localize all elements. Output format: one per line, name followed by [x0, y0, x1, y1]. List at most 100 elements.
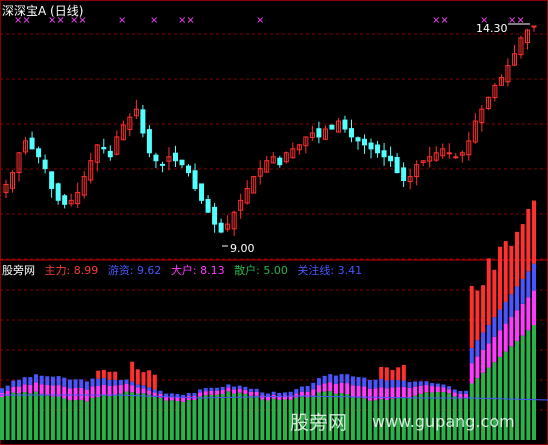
bar-hot-money: [169, 393, 174, 397]
candle-body: [453, 156, 459, 159]
bar-hot-money: [379, 378, 384, 388]
bar-main-force: [141, 372, 146, 386]
bar-retail: [84, 401, 89, 440]
bar-retail: [147, 394, 152, 440]
candle-body: [381, 150, 387, 158]
bar-large-holder: [345, 383, 350, 394]
bar-large-holder: [101, 384, 106, 396]
candle-body: [205, 198, 211, 213]
candle-body: [186, 165, 192, 174]
bar-retail: [226, 391, 231, 440]
bar-large-holder: [135, 387, 140, 394]
bar-retail: [16, 393, 21, 440]
candle-body: [62, 195, 68, 205]
bar-hot-money: [299, 386, 304, 392]
legend-hot-money: 游资: 9.62: [108, 264, 165, 277]
signal-mark: ×: [256, 15, 264, 26]
bar-large-holder: [237, 388, 242, 393]
bar-retail: [118, 393, 123, 440]
bar-retail: [73, 400, 78, 440]
stock-chart-window: ×× ×× ×× × × ×× × ×× × ×× 深深宝A (日线) 14.30 9.00 股旁…: [0, 0, 548, 445]
bar-large-holder: [492, 336, 497, 363]
bar-retail: [215, 394, 220, 440]
bar-hot-money: [237, 385, 242, 389]
bar-hot-money: [396, 380, 401, 388]
bar-hot-money: [33, 374, 38, 383]
bar-hot-money: [316, 378, 321, 386]
bar-large-holder: [33, 382, 38, 392]
bar-main-force: [130, 361, 135, 382]
bar-hot-money: [362, 377, 367, 387]
bar-large-holder: [515, 310, 520, 341]
bar-large-holder: [203, 391, 208, 396]
bar-retail: [181, 401, 186, 440]
bar-retail: [220, 393, 225, 440]
candle-body: [368, 142, 374, 150]
bar-large-holder: [418, 385, 423, 394]
bar-hot-money: [215, 387, 220, 391]
bar-hot-money: [0, 388, 4, 394]
bar-large-holder: [509, 316, 514, 347]
bar-large-holder: [16, 386, 21, 394]
bar-hot-money: [481, 332, 486, 350]
bar-retail: [532, 325, 536, 440]
candle-body: [531, 25, 537, 28]
bar-large-holder: [311, 389, 316, 396]
bar-main-force: [396, 367, 401, 381]
bar-hot-money: [475, 340, 480, 357]
bar-large-holder: [113, 385, 118, 395]
bar-hot-money: [62, 377, 67, 387]
chart-title: 深深宝A (日线): [2, 4, 84, 18]
bar-large-holder: [249, 391, 254, 396]
low-price-label: 9.00: [230, 242, 255, 255]
bar-hot-money: [226, 384, 231, 388]
bar-large-holder: [373, 388, 378, 401]
bar-hot-money: [141, 385, 146, 389]
candle-body: [107, 150, 113, 158]
bar-large-holder: [469, 363, 474, 384]
bar-retail: [62, 398, 67, 440]
bar-main-force: [147, 370, 152, 388]
bar-retail: [515, 340, 520, 440]
bar-large-holder: [209, 390, 214, 395]
bar-large-holder: [481, 349, 486, 373]
bar-hot-money: [413, 381, 418, 387]
legend-value: 8.99: [73, 264, 99, 277]
bar-main-force: [503, 241, 508, 302]
candle-body: [146, 129, 152, 154]
bar-retail: [254, 395, 259, 440]
legend-main-force: 主力: 8.99: [45, 264, 102, 277]
bar-hot-money: [232, 386, 237, 390]
bar-hot-money: [158, 390, 163, 394]
bar-large-holder: [90, 386, 95, 398]
bar-large-holder: [67, 388, 72, 401]
bar-large-holder: [407, 387, 412, 398]
bar-large-holder: [486, 343, 491, 368]
bar-hot-money: [243, 386, 248, 390]
bar-large-holder: [11, 386, 16, 393]
bar-hot-money: [492, 317, 497, 337]
bar-hot-money: [254, 388, 259, 392]
candle-body: [101, 146, 107, 150]
bar-retail: [192, 399, 197, 440]
chart-canvas[interactable]: ×× ×× ×× × × ×× × ×× × ××: [0, 0, 548, 445]
bar-retail: [141, 393, 146, 440]
bar-large-holder: [532, 290, 536, 325]
bar-main-force: [101, 369, 106, 378]
chart-frame: [0, 0, 548, 445]
bar-hot-money: [90, 378, 95, 387]
bar-large-holder: [147, 390, 152, 395]
bar-retail: [232, 393, 237, 440]
bar-large-holder: [28, 384, 33, 394]
bar-main-force: [96, 370, 101, 379]
bar-large-holder: [62, 386, 67, 399]
bar-hot-money: [418, 381, 423, 386]
bar-hot-money: [186, 393, 191, 397]
bar-main-force: [401, 364, 406, 381]
bar-hot-money: [209, 387, 214, 391]
bar-hot-money: [50, 376, 55, 386]
bar-large-holder: [220, 389, 225, 394]
bar-retail: [11, 392, 16, 440]
candle-body: [49, 171, 55, 189]
bar-retail: [96, 397, 101, 440]
